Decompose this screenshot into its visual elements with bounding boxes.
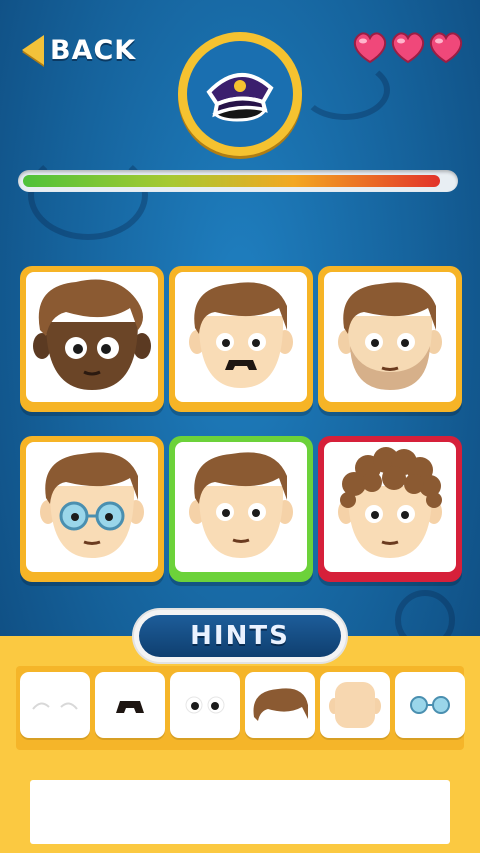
card-glasses-face[interactable] [20, 436, 164, 582]
back-button[interactable]: BACK [22, 30, 136, 70]
beard-face-icon [338, 282, 442, 390]
hints-header-inner: HINTS [139, 615, 341, 657]
card-mustache-face[interactable] [169, 266, 313, 412]
card-beard-face[interactable] [318, 266, 462, 412]
suspect-grid [20, 266, 462, 582]
lives-display [352, 32, 464, 64]
heart-icon [352, 32, 388, 64]
dark-skin-face-icon [33, 279, 151, 390]
target-item-badge [178, 32, 302, 156]
hint-face-shape-button[interactable] [320, 672, 390, 738]
hint-eyes-button[interactable] [170, 672, 240, 738]
plain-face-icon [189, 452, 293, 558]
mustache-face-icon [189, 282, 293, 388]
timer-bar [18, 170, 458, 192]
card-dark-skin-face[interactable] [20, 266, 164, 412]
police-cap-icon [206, 72, 274, 122]
card-plain-face[interactable] [169, 436, 313, 582]
eyebrows-icon [32, 702, 78, 710]
hair-icon [253, 688, 308, 721]
hints-title: HINTS [190, 621, 290, 651]
background-handcuff-doodle [28, 150, 148, 240]
hint-hair-button[interactable] [245, 672, 315, 738]
target-item-slot [187, 41, 293, 147]
glasses-face-icon [40, 452, 144, 558]
hint-eyebrows-button[interactable] [20, 672, 90, 738]
glasses-icon [410, 696, 450, 714]
timer-bar-fill [23, 175, 440, 187]
back-button-label: BACK [50, 34, 137, 66]
hints-header: HINTS [134, 610, 346, 662]
card-curly-hair-face[interactable] [318, 436, 462, 582]
eyes-icon [185, 696, 225, 714]
curly-hair-face-icon [338, 447, 442, 558]
face-shape-icon [329, 682, 381, 728]
background-ring-doodle [300, 60, 390, 120]
hint-glasses-button[interactable] [395, 672, 465, 738]
answer-box [30, 780, 450, 844]
back-arrow-icon [22, 35, 44, 65]
heart-icon [428, 32, 464, 64]
mustache-icon [116, 701, 144, 713]
heart-icon [390, 32, 426, 64]
hint-mustache-button[interactable] [95, 672, 165, 738]
